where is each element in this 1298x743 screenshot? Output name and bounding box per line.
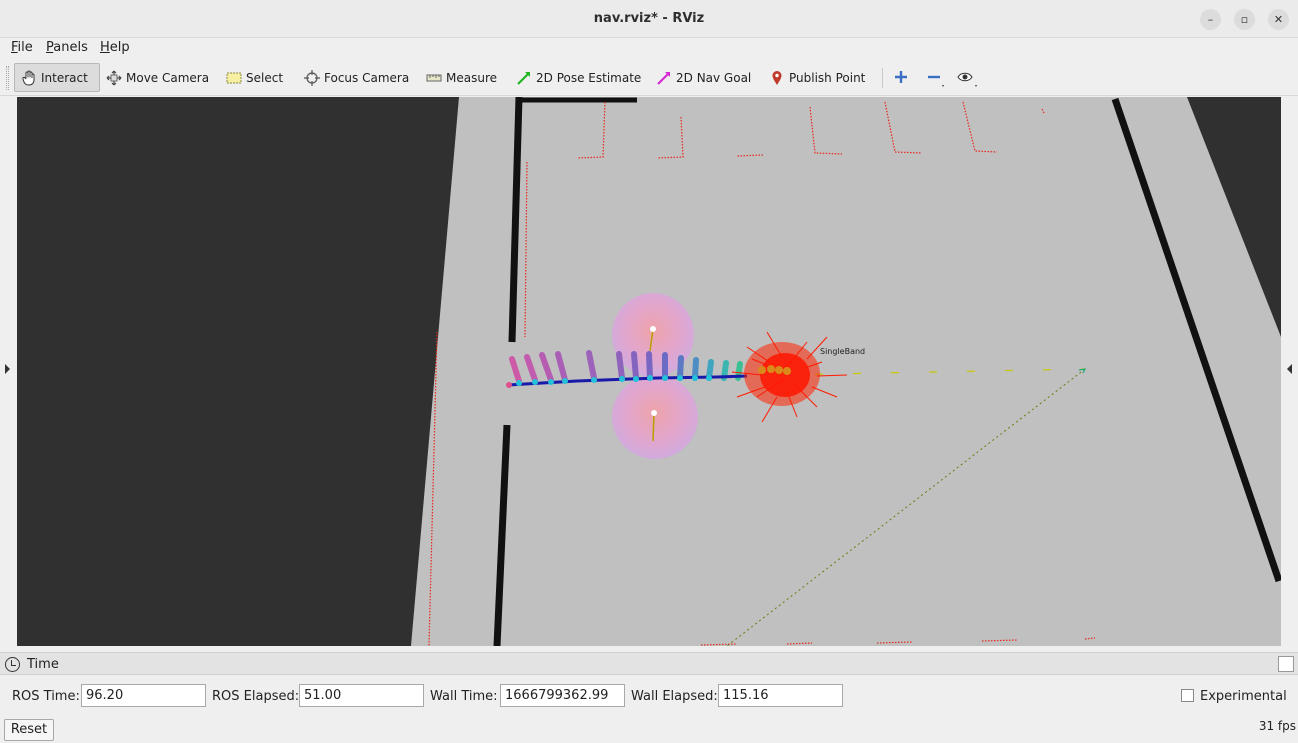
select-label: Select	[246, 70, 284, 85]
fps-counter: 31 fps	[1258, 719, 1296, 733]
add-tool-plus-icon[interactable]	[890, 68, 912, 88]
singleband-label: SingleBand	[820, 347, 866, 356]
toolbar-separator	[882, 68, 883, 88]
clock-icon	[5, 657, 20, 672]
ruler-icon	[426, 74, 442, 81]
reset-button[interactable]: Reset	[4, 719, 54, 741]
tf-origin-upper	[650, 326, 656, 332]
panel-float-button[interactable]	[1278, 656, 1294, 672]
publish-point-tool-button[interactable]: Publish Point	[763, 63, 871, 92]
nav-goal-tool-button[interactable]: 2D Nav Goal	[650, 63, 757, 92]
minimize-icon[interactable]: –	[1200, 9, 1221, 30]
tf-origin-lower	[651, 410, 657, 416]
experimental-checkbox[interactable]	[1181, 689, 1194, 702]
left-dock-toggle[interactable]	[0, 96, 16, 647]
measure-tool-button[interactable]: Measure	[420, 63, 503, 92]
right-dock-toggle[interactable]	[1282, 96, 1298, 647]
green-arrow-icon	[517, 71, 530, 85]
map-pin-icon	[772, 70, 782, 85]
ros-elapsed-field[interactable]: 51.00	[299, 684, 424, 707]
interact-label: Interact	[41, 70, 88, 85]
ros-time-label: ROS Time:	[12, 689, 80, 704]
move-camera-label: Move Camera	[126, 70, 210, 85]
robot-footprint-sphere-lower	[612, 375, 698, 459]
select-rect-icon	[226, 72, 242, 83]
hand-pointer-icon	[22, 70, 35, 86]
interact-tool-button[interactable]: Interact	[14, 63, 100, 92]
measure-label: Measure	[446, 70, 497, 85]
experimental-label: Experimental	[1200, 689, 1287, 704]
wall-time-label: Wall Time:	[430, 689, 498, 704]
menu-bar: File Panels Help	[0, 38, 1298, 60]
wall-elapsed-label: Wall Elapsed:	[631, 689, 718, 704]
caret-left-icon	[1287, 364, 1292, 374]
pose-estimate-label: 2D Pose Estimate	[536, 70, 642, 85]
3d-viewport[interactable]: SingleBand	[17, 97, 1281, 646]
pose-estimate-tool-button[interactable]: 2D Pose Estimate	[510, 63, 647, 92]
menu-file[interactable]: File	[11, 40, 33, 55]
menu-help[interactable]: Help	[100, 40, 130, 55]
time-panel: Time ROS Time: 96.20 ROS Elapsed: 51.00 …	[0, 652, 1298, 743]
time-panel-header: Time	[0, 653, 1298, 675]
focus-camera-tool-button[interactable]: Focus Camera	[298, 63, 415, 92]
tf-axis-lower	[652, 412, 655, 442]
magenta-arrow-icon	[657, 71, 670, 85]
maximize-icon[interactable]: ▫	[1234, 9, 1255, 30]
focus-camera-label: Focus Camera	[324, 70, 410, 85]
menu-panels[interactable]: Panels	[46, 40, 88, 55]
wall-time-field[interactable]: 1666799362.99	[500, 684, 625, 707]
close-icon[interactable]: ✕	[1268, 9, 1289, 30]
eye-view-icon[interactable]	[956, 68, 978, 88]
move-camera-tool-button[interactable]: Move Camera	[100, 63, 215, 92]
ros-elapsed-label: ROS Elapsed:	[212, 689, 300, 704]
select-tool-button[interactable]: Select	[220, 63, 289, 92]
scene-svg[interactable]	[17, 97, 1281, 646]
toolbar-grip[interactable]	[6, 66, 9, 90]
tools-toolbar: Interact Move Camera Select Focus Camera…	[0, 60, 1298, 96]
publish-point-label: Publish Point	[789, 70, 866, 85]
move-arrows-icon	[106, 70, 122, 85]
nav-goal-label: 2D Nav Goal	[676, 70, 752, 85]
ros-time-field[interactable]: 96.20	[81, 684, 206, 707]
render-panel: SingleBand	[0, 96, 1298, 652]
title-bar: nav.rviz* - RViz – ▫ ✕	[0, 0, 1298, 38]
wall-elapsed-field[interactable]: 115.16	[718, 684, 843, 707]
floor-map	[411, 97, 1281, 646]
caret-right-icon	[5, 364, 10, 374]
time-panel-title: Time	[27, 657, 59, 672]
crosshair-icon	[304, 69, 320, 86]
path-start-dot	[506, 382, 512, 388]
remove-tool-minus-icon[interactable]	[923, 68, 945, 88]
window-title: nav.rviz* - RViz	[593, 11, 705, 26]
